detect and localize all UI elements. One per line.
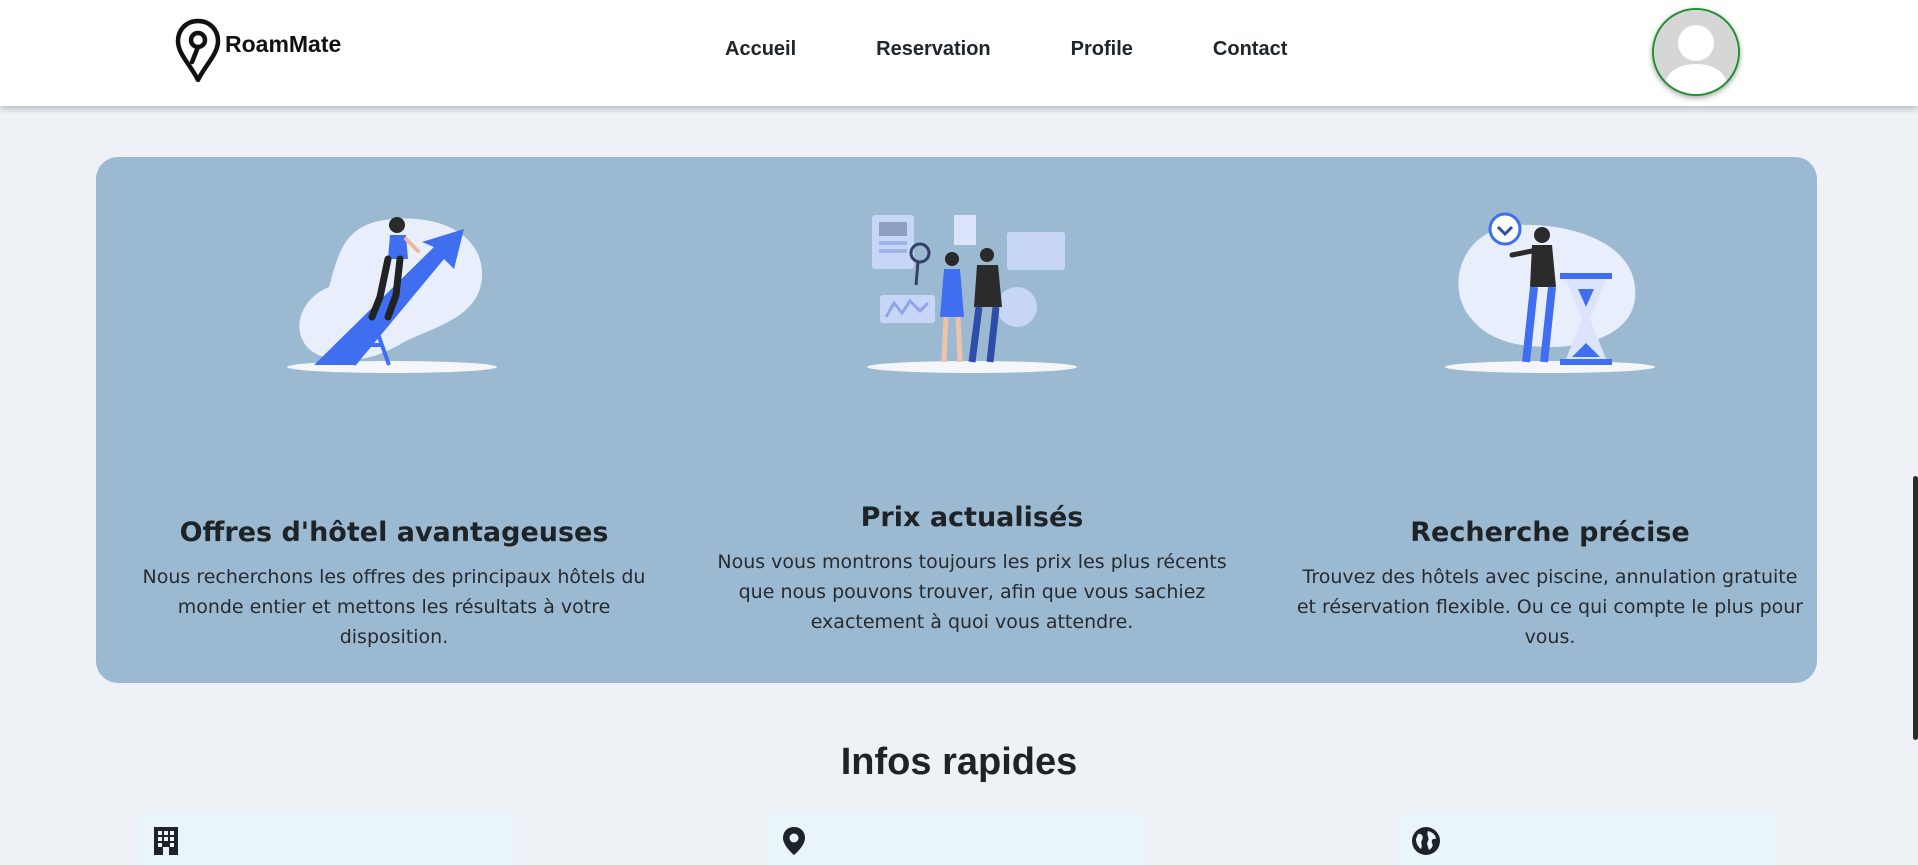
nav-link-profile[interactable]: Profile xyxy=(1071,38,1133,61)
info-card-world xyxy=(1400,813,1775,865)
brand-name: RoamMate xyxy=(225,30,342,57)
page-scrollbar[interactable] xyxy=(1913,476,1918,740)
nav-link-reservation[interactable]: Reservation xyxy=(876,38,991,61)
navbar: RoamMate Accueil Reservation Profile Con… xyxy=(0,0,1918,106)
analytics-team-illustration xyxy=(867,215,1077,373)
hourglass-waiting-illustration xyxy=(1445,212,1655,373)
building-icon xyxy=(154,827,178,855)
user-avatar-icon xyxy=(1654,10,1738,94)
profile-avatar-button[interactable] xyxy=(1652,8,1740,96)
feature-description: Nous recherchons les offres des principa… xyxy=(142,566,646,648)
feature-card-search: Recherche précise Trouvez des hôtels ave… xyxy=(1270,157,1830,683)
nav-link-contact[interactable]: Contact xyxy=(1213,38,1287,61)
feature-title: Offres d'hôtel avantageuses xyxy=(179,517,609,548)
feature-card-prices: Prix actualisés Nous vous montrons toujo… xyxy=(692,157,1252,683)
feature-card-offers: Offres d'hôtel avantageuses Nous recherc… xyxy=(114,157,674,683)
features-panel: Offres d'hôtel avantageuses Nous recherc… xyxy=(96,157,1817,683)
feature-title: Prix actualisés xyxy=(860,502,1084,533)
feature-description: Trouvez des hôtels avec piscine, annulat… xyxy=(1296,566,1804,648)
map-pin-icon xyxy=(175,18,221,82)
main-nav: Accueil Reservation Profile Contact xyxy=(725,38,1287,61)
feature-description: Nous vous montrons toujours les prix les… xyxy=(717,551,1227,633)
globe-icon xyxy=(1412,827,1440,855)
brand-link[interactable]: RoamMate xyxy=(175,18,341,82)
info-card-location xyxy=(768,813,1143,865)
nav-link-accueil[interactable]: Accueil xyxy=(725,38,796,61)
feature-title: Recherche précise xyxy=(1410,517,1690,548)
location-pin-icon xyxy=(783,827,805,855)
section-title-infos: Infos rapides xyxy=(840,741,1078,783)
growth-arrow-illustration xyxy=(287,217,497,373)
info-card-hotels xyxy=(140,813,515,865)
